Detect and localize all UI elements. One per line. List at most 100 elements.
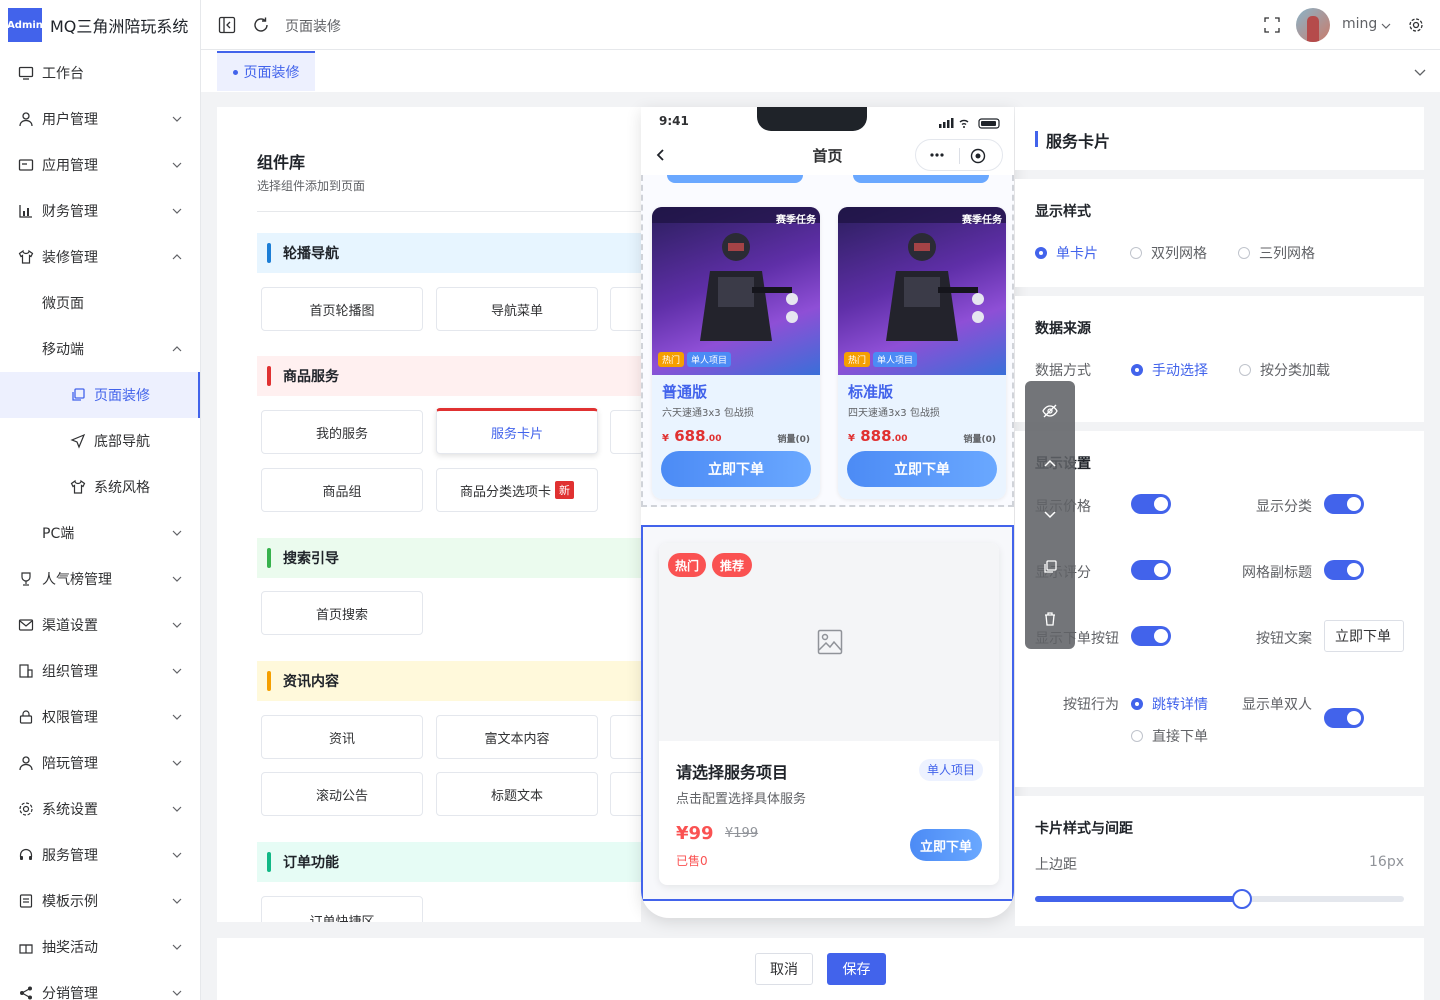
tab-page-decoration[interactable]: 页面装修: [217, 51, 315, 91]
radio-dot: [1131, 730, 1143, 742]
component-my-services[interactable]: 我的服务: [261, 410, 423, 454]
radio-triple-grid[interactable]: 三列网格: [1238, 243, 1315, 263]
soldier-artwork: [652, 207, 820, 341]
radio-single-card[interactable]: 单卡片: [1035, 243, 1098, 263]
chevron-up-icon: [172, 254, 182, 260]
sidebar-menu: 工作台 用户管理 应用管理 财务管理 装修管理 微页面 移动端 页面装修 底部导…: [0, 50, 200, 1000]
sidebar-item-companions[interactable]: 陪玩管理: [0, 740, 200, 786]
show-category-switch[interactable]: [1324, 494, 1364, 514]
top-margin-slider[interactable]: [1035, 889, 1404, 909]
service-card[interactable]: 赛季任务 热门 单人项目 标准版 四天速通3x3 包战损 ¥ 888.00 销量(…: [838, 207, 1006, 499]
slider-thumb[interactable]: [1231, 889, 1252, 909]
avatar[interactable]: [1296, 8, 1330, 42]
sidebar-item-bottom-nav[interactable]: 底部导航: [0, 418, 200, 464]
collapse-sidebar-icon[interactable]: [218, 16, 236, 34]
component-more[interactable]: [610, 410, 641, 454]
sidebar-item-decoration[interactable]: 装修管理: [0, 234, 200, 280]
gear-icon[interactable]: [1408, 17, 1424, 33]
save-button[interactable]: 保存: [827, 953, 886, 985]
trash-icon[interactable]: [1042, 611, 1058, 627]
show-single-double-switch[interactable]: [1324, 708, 1364, 728]
service-desc: 四天速通3x3 包战损: [848, 408, 940, 419]
component-home-carousel[interactable]: 首页轮播图: [261, 287, 423, 331]
cancel-button[interactable]: 取消: [755, 953, 813, 985]
signal-battery-icon: [939, 118, 1000, 129]
component-more[interactable]: [610, 715, 641, 759]
sidebar-item-lottery[interactable]: 抽奖活动: [0, 924, 200, 970]
sidebar-item-permissions[interactable]: 权限管理: [0, 694, 200, 740]
banner-text: 赛季任务: [776, 215, 816, 226]
button-text-input[interactable]: [1324, 620, 1404, 652]
sidebar-item-pc[interactable]: PC端: [0, 510, 200, 556]
order-button[interactable]: 立即下单: [847, 451, 997, 487]
chevron-down-icon[interactable]: [1414, 66, 1426, 78]
sidebar-item-popularity[interactable]: 人气榜管理: [0, 556, 200, 602]
chevron-down-icon: [172, 576, 182, 582]
duplicate-icon[interactable]: [1042, 559, 1058, 575]
close-miniapp-icon[interactable]: [970, 148, 986, 164]
sidebar-item-distribution[interactable]: 分销管理: [0, 970, 200, 1000]
component-title-text[interactable]: 标题文本: [436, 772, 598, 816]
more-icon[interactable]: [930, 153, 944, 157]
sidebar-item-system-style[interactable]: 系统风格: [0, 464, 200, 510]
radio-go-detail[interactable]: 跳转详情: [1131, 694, 1208, 714]
logo[interactable]: Admin MQ三角洲陪玩系统: [0, 0, 200, 50]
show-button-switch[interactable]: [1131, 626, 1171, 646]
chevron-down-icon: [172, 852, 182, 858]
status-bar: 9:41: [641, 107, 1014, 137]
top-header: 页面装修 ming: [201, 0, 1440, 50]
component-service-card[interactable]: 服务卡片: [436, 408, 598, 454]
placeholder-service-card[interactable]: 热门 推荐 请选择服务项目 单人项目 点击配置选择具体服务 ¥99 ¥199 已…: [659, 543, 999, 885]
component-news[interactable]: 资讯: [261, 715, 423, 759]
user-name[interactable]: ming: [1342, 16, 1377, 32]
sidebar-item-label: 用户管理: [42, 112, 98, 128]
radio-double-grid[interactable]: 双列网格: [1130, 243, 1207, 263]
sidebar-item-label: 模板示例: [42, 894, 98, 910]
component-more[interactable]: [610, 287, 641, 331]
chevron-down-icon: [172, 530, 182, 536]
show-rating-switch[interactable]: [1131, 560, 1171, 580]
radio-direct-order[interactable]: 直接下单: [1131, 726, 1208, 746]
move-down-icon[interactable]: [1042, 507, 1058, 523]
component-home-search[interactable]: 首页搜索: [261, 591, 423, 635]
sidebar-item-finance[interactable]: 财务管理: [0, 188, 200, 234]
component-rich-text[interactable]: 富文本内容: [436, 715, 598, 759]
component-category-tabs[interactable]: 商品分类选项卡新: [436, 468, 598, 512]
service-card[interactable]: 赛季任务 热门 单人项目 普通版 六天速通3x3 包战损 ¥ 688.00 销量(…: [652, 207, 820, 499]
sidebar-item-page-decoration[interactable]: 页面装修: [0, 372, 200, 418]
field-label: 按钮文案: [1256, 631, 1312, 647]
group-bar: [267, 548, 271, 568]
refresh-icon[interactable]: [252, 16, 270, 34]
soldier-artwork: [838, 207, 1006, 341]
sidebar-item-mobile[interactable]: 移动端: [0, 326, 200, 372]
component-nav-menu[interactable]: 导航菜单: [436, 287, 598, 331]
show-price-switch[interactable]: [1131, 494, 1171, 514]
sidebar-item-system-settings[interactable]: 系统设置: [0, 786, 200, 832]
sidebar-item-templates[interactable]: 模板示例: [0, 878, 200, 924]
component-more[interactable]: [610, 772, 641, 816]
service-card-grid-block[interactable]: 赛季任务 热门 单人项目 普通版 六天速通3x3 包战损 ¥ 688.00 销量(…: [641, 175, 1014, 507]
grid-subtitle-switch[interactable]: [1324, 560, 1364, 580]
sidebar-item-workbench[interactable]: 工作台: [0, 50, 200, 96]
component-scroll-notice[interactable]: 滚动公告: [261, 772, 423, 816]
radio-by-category[interactable]: 按分类加载: [1239, 360, 1330, 380]
sidebar-item-services[interactable]: 服务管理: [0, 832, 200, 878]
component-product-group[interactable]: 商品组: [261, 468, 423, 512]
sidebar-item-channels[interactable]: 渠道设置: [0, 602, 200, 648]
sidebar-item-users[interactable]: 用户管理: [0, 96, 200, 142]
sidebar-item-label: 人气榜管理: [42, 572, 112, 588]
service-title: 请选择服务项目: [676, 763, 789, 782]
sold-count: 销量(0): [963, 435, 997, 445]
move-up-icon[interactable]: [1042, 455, 1058, 471]
field-label: 数据方式: [1035, 363, 1091, 379]
hide-eye-icon[interactable]: [1042, 403, 1058, 419]
sidebar-item-micro-page[interactable]: 微页面: [0, 280, 200, 326]
component-order-shortcuts[interactable]: 订单快捷区: [261, 896, 423, 922]
order-button[interactable]: 立即下单: [661, 451, 811, 487]
sidebar-item-organization[interactable]: 组织管理: [0, 648, 200, 694]
fullscreen-icon[interactable]: [1264, 17, 1280, 33]
selected-service-card-block[interactable]: 热门 推荐 请选择服务项目 单人项目 点击配置选择具体服务 ¥99 ¥199 已…: [641, 525, 1014, 901]
radio-manual-select[interactable]: 手动选择: [1131, 360, 1208, 380]
order-button[interactable]: 立即下单: [910, 829, 982, 861]
sidebar-item-apps[interactable]: 应用管理: [0, 142, 200, 188]
